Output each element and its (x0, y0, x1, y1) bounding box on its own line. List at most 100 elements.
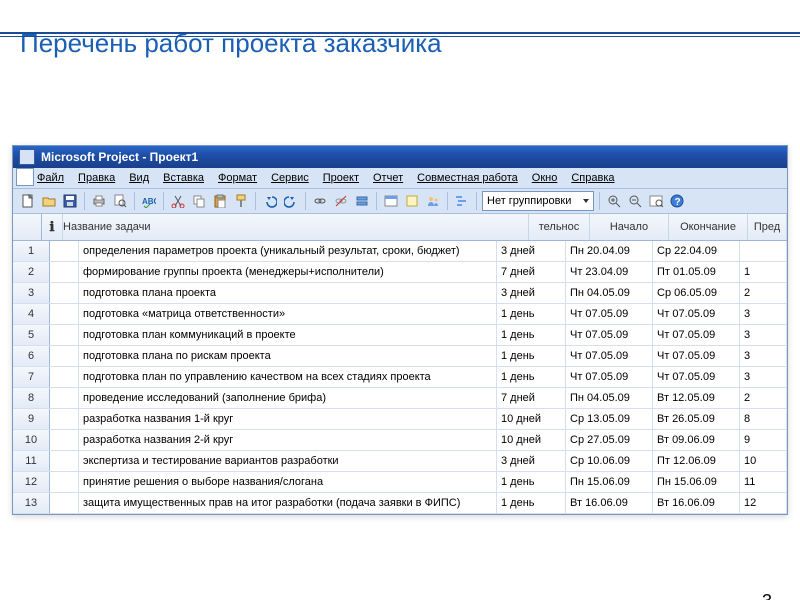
start-cell[interactable]: Пн 04.05.09 (566, 388, 653, 408)
start-cell[interactable]: Вт 16.06.09 (566, 493, 653, 513)
menu-format[interactable]: Формат (218, 172, 257, 184)
notes-button[interactable] (403, 192, 421, 210)
info-cell[interactable] (50, 493, 79, 513)
table-row[interactable]: 10разработка названия 2-й круг10 днейСр … (13, 430, 787, 451)
unlink-button[interactable] (332, 192, 350, 210)
pred-cell[interactable]: 1 (740, 262, 787, 282)
task-name-cell[interactable]: проведение исследований (заполнение бриф… (79, 388, 497, 408)
row-number[interactable]: 9 (13, 409, 50, 429)
redo-button[interactable] (282, 192, 300, 210)
info-cell[interactable] (50, 304, 79, 324)
end-cell[interactable]: Ср 06.05.09 (653, 283, 740, 303)
print-button[interactable] (90, 192, 108, 210)
end-cell[interactable]: Вт 16.06.09 (653, 493, 740, 513)
end-cell[interactable]: Чт 07.05.09 (653, 346, 740, 366)
cut-button[interactable] (169, 192, 187, 210)
pred-cell[interactable]: 11 (740, 472, 787, 492)
col-info[interactable]: ℹ (42, 214, 63, 240)
zoom-in-button[interactable] (605, 192, 623, 210)
duration-cell[interactable]: 7 дней (497, 388, 566, 408)
table-row[interactable]: 13защита имущественных прав на итог разр… (13, 493, 787, 514)
pred-cell[interactable]: 12 (740, 493, 787, 513)
start-cell[interactable]: Пн 04.05.09 (566, 283, 653, 303)
task-name-cell[interactable]: формирование группы проекта (менеджеры+и… (79, 262, 497, 282)
table-row[interactable]: 5подготовка план коммуникаций в проекте1… (13, 325, 787, 346)
pred-cell[interactable]: 10 (740, 451, 787, 471)
task-name-cell[interactable]: подготовка план по управлению качеством … (79, 367, 497, 387)
task-name-cell[interactable]: разработка названия 1-й круг (79, 409, 497, 429)
pred-cell[interactable]: 8 (740, 409, 787, 429)
menu-file[interactable]: Файл (37, 172, 64, 184)
table-row[interactable]: 2 формирование группы проекта (менеджеры+… (13, 262, 787, 283)
end-cell[interactable]: Ср 22.04.09 (653, 241, 740, 261)
menu-project[interactable]: Проект (323, 172, 359, 184)
print-preview-button[interactable] (111, 192, 129, 210)
info-cell[interactable] (50, 472, 79, 492)
start-cell[interactable]: Чт 07.05.09 (566, 304, 653, 324)
save-button[interactable] (61, 192, 79, 210)
goto-button[interactable] (647, 192, 665, 210)
task-name-cell[interactable]: подготовка плана по рискам проекта (79, 346, 497, 366)
info-cell[interactable] (50, 367, 79, 387)
info-cell[interactable] (50, 283, 79, 303)
paste-button[interactable] (211, 192, 229, 210)
start-cell[interactable]: Ср 27.05.09 (566, 430, 653, 450)
assign-button[interactable] (424, 192, 442, 210)
info-cell[interactable] (50, 346, 79, 366)
copy-button[interactable] (190, 192, 208, 210)
menu-report[interactable]: Отчет (373, 172, 403, 184)
row-number[interactable]: 1 (13, 241, 50, 261)
start-cell[interactable]: Чт 07.05.09 (566, 325, 653, 345)
row-number[interactable]: 3 (13, 283, 50, 303)
end-cell[interactable]: Пт 01.05.09 (653, 262, 740, 282)
task-name-cell[interactable]: принятие решения о выборе названия/слога… (79, 472, 497, 492)
task-name-cell[interactable]: экспертиза и тестирование вариантов разр… (79, 451, 497, 471)
duration-cell[interactable]: 3 дней (497, 241, 566, 261)
duration-cell[interactable]: 3 дней (497, 283, 566, 303)
new-button[interactable] (19, 192, 37, 210)
end-cell[interactable]: Пт 12.06.09 (653, 451, 740, 471)
task-name-cell[interactable]: защита имущественных прав на итог разраб… (79, 493, 497, 513)
table-row[interactable]: 7 подготовка план по управлению качеством… (13, 367, 787, 388)
info-cell[interactable] (50, 451, 79, 471)
pred-cell[interactable]: 2 (740, 283, 787, 303)
row-number[interactable]: 10 (13, 430, 50, 450)
zoom-out-button[interactable] (626, 192, 644, 210)
info-cell[interactable] (50, 409, 79, 429)
task-name-cell[interactable]: подготовка план коммуникаций в проекте (79, 325, 497, 345)
menu-window[interactable]: Окно (532, 172, 558, 184)
project-icon[interactable] (16, 168, 34, 186)
table-row[interactable]: 12 принятие решения о выборе названия/сло… (13, 472, 787, 493)
table-row[interactable]: 9разработка названия 1-й круг10 днейСр 1… (13, 409, 787, 430)
row-number[interactable]: 8 (13, 388, 50, 408)
gantt-button[interactable] (453, 192, 471, 210)
info-cell[interactable] (50, 430, 79, 450)
row-number[interactable]: 2 (13, 262, 50, 282)
menu-insert[interactable]: Вставка (163, 172, 204, 184)
pred-cell[interactable] (740, 241, 787, 261)
start-cell[interactable]: Ср 13.05.09 (566, 409, 653, 429)
end-cell[interactable]: Вт 09.06.09 (653, 430, 740, 450)
menu-collab[interactable]: Совместная работа (417, 172, 518, 184)
row-number[interactable]: 7 (13, 367, 50, 387)
menu-edit[interactable]: Правка (78, 172, 115, 184)
table-row[interactable]: 11экспертиза и тестирование вариантов ра… (13, 451, 787, 472)
row-number[interactable]: 12 (13, 472, 50, 492)
info-cell[interactable] (50, 325, 79, 345)
start-cell[interactable]: Ср 10.06.09 (566, 451, 653, 471)
task-name-cell[interactable]: разработка названия 2-й круг (79, 430, 497, 450)
menu-view[interactable]: Вид (129, 172, 149, 184)
start-cell[interactable]: Чт 07.05.09 (566, 367, 653, 387)
table-row[interactable]: 8 проведение исследований (заполнение бри… (13, 388, 787, 409)
info-cell[interactable] (50, 241, 79, 261)
split-button[interactable] (353, 192, 371, 210)
pred-cell[interactable]: 3 (740, 325, 787, 345)
end-cell[interactable]: Чт 07.05.09 (653, 325, 740, 345)
col-pred[interactable]: Пред (748, 214, 787, 240)
end-cell[interactable]: Пн 15.06.09 (653, 472, 740, 492)
duration-cell[interactable]: 1 день (497, 367, 566, 387)
help-button[interactable]: ? (668, 192, 686, 210)
link-button[interactable] (311, 192, 329, 210)
pred-cell[interactable]: 3 (740, 367, 787, 387)
info-cell[interactable] (50, 388, 79, 408)
